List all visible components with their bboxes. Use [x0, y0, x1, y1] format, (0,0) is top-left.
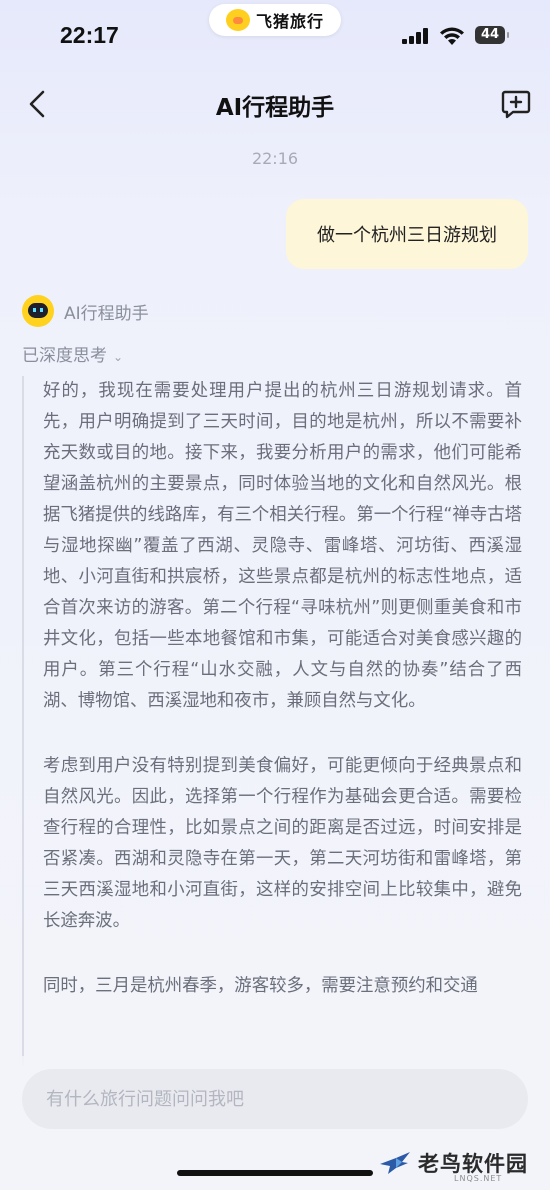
- status-time: 22:17: [60, 22, 119, 48]
- deep-thinking-label: 已深度思考: [22, 346, 107, 366]
- page-title: AI行程助手: [215, 95, 335, 121]
- deep-thinking-toggle[interactable]: 已深度思考 ⌄: [22, 341, 123, 366]
- wifi-icon: [440, 27, 464, 45]
- assistant-avatar-icon: [22, 295, 54, 327]
- home-indicator[interactable]: [177, 1170, 373, 1176]
- cellular-signal-icon: [402, 28, 428, 44]
- assistant-name: AI行程助手: [64, 303, 149, 324]
- message-timestamp: 22:16: [251, 149, 299, 168]
- navigation-bar: AI行程助手: [0, 76, 550, 132]
- battery-indicator: 44: [475, 26, 509, 44]
- watermark: 老鸟软件园: [378, 1148, 528, 1178]
- watermark-subtext: LNQS.NET: [454, 1174, 503, 1183]
- bird-logo-icon: [380, 1152, 410, 1174]
- chevron-down-icon: ⌄: [113, 350, 124, 364]
- user-message-text: 做一个杭州三日游规划: [317, 225, 497, 246]
- new-chat-icon[interactable]: [500, 88, 532, 120]
- assistant-header: AI行程助手: [22, 294, 149, 328]
- thinking-paragraph: 好的，我现在需要处理用户提出的杭州三日游规划请求。首先，用户明确提到了三天时间，…: [43, 381, 522, 711]
- thinking-paragraph: 考虑到用户没有特别提到美食偏好，可能更倾向于经典景点和自然风光。因此，选择第一个…: [43, 756, 522, 931]
- app-source-pill[interactable]: 飞猪旅行: [209, 4, 341, 36]
- thinking-content: 好的，我现在需要处理用户提出的杭州三日游规划请求。首先，用户明确提到了三天时间，…: [22, 376, 522, 1066]
- status-bar: 22:17 飞猪旅行 44: [0, 0, 550, 70]
- user-message-bubble: 做一个杭州三日游规划: [286, 199, 528, 269]
- thinking-paragraph: 同时，三月是杭州春季，游客较多，需要注意预约和交通: [43, 976, 478, 996]
- fliggy-logo-icon: [225, 9, 250, 31]
- chat-input[interactable]: [22, 1069, 528, 1129]
- app-source-label: 飞猪旅行: [255, 12, 324, 31]
